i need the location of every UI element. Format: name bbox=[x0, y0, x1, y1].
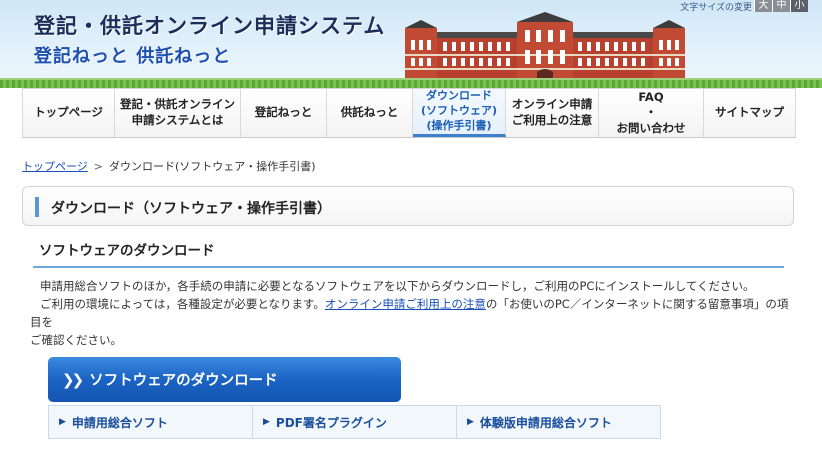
arrow-right-icon: ▶ bbox=[263, 417, 270, 427]
notice-line: ご利用の環境によっては，各種設定が必要となります。オンライン申請ご利用上の注意の… bbox=[30, 297, 789, 329]
page-title: ダウンロード（ソフトウェア・操作手引書） bbox=[51, 201, 331, 217]
page-title-box: ダウンロード（ソフトウェア・操作手引書） bbox=[22, 186, 794, 226]
nav-item-top[interactable]: トップページ bbox=[22, 89, 115, 137]
site-header: 登記・供託オンライン申請システム 登記ねっと 供託ねっと 文字サイズの変更 大 … bbox=[0, 0, 822, 88]
breadcrumb-home-link[interactable]: トップページ bbox=[22, 160, 88, 173]
nav-item-faq[interactable]: FAQ ・ お問い合わせ bbox=[599, 89, 704, 137]
site-title: 登記・供託オンライン申請システム bbox=[34, 14, 386, 38]
nav-item-notes[interactable]: オンライン申請 ご利用上の注意 bbox=[506, 89, 599, 137]
arrow-right-icon: ▶ bbox=[467, 417, 474, 427]
section-heading: ソフトウェアのダウンロード bbox=[33, 240, 784, 268]
nav-item-sitemap[interactable]: サイトマップ bbox=[704, 89, 796, 137]
usage-notes-link[interactable]: オンライン申請ご利用上の注意 bbox=[325, 297, 486, 311]
font-size-label: 文字サイズの変更 bbox=[680, 2, 752, 13]
nav-item-touki[interactable]: 登記ねっと bbox=[241, 89, 327, 137]
font-size-large-button[interactable]: 大 bbox=[754, 0, 772, 12]
intro-line: 申請用総合ソフトのほか，各手続の申請に必要となるソフトウェアを以下からダウンロー… bbox=[40, 279, 755, 293]
breadcrumb-separator: > bbox=[93, 160, 103, 173]
nav-item-download[interactable]: ダウンロード (ソフトウェア) (操作手引書) bbox=[413, 89, 506, 137]
section-body: 申請用総合ソフトのほか，各手続の申請に必要となるソフトウェアを以下からダウンロー… bbox=[30, 277, 790, 349]
notice-line-end: ご確認ください。 bbox=[30, 333, 122, 347]
download-link-pdf-plugin[interactable]: ▶ PDF署名プラグイン bbox=[253, 406, 457, 438]
double-chevron-icon: ❯❯ bbox=[62, 370, 84, 389]
software-download-title: ソフトウェアのダウンロード bbox=[89, 373, 278, 389]
nav-item-about[interactable]: 登記・供託オンライン 申請システムとは bbox=[115, 89, 241, 137]
breadcrumb: トップページ > ダウンロード(ソフトウェア・操作手引書) bbox=[22, 158, 316, 174]
font-size-controls: 大 中 小 bbox=[754, 0, 808, 12]
breadcrumb-current: ダウンロード(ソフトウェア・操作手引書) bbox=[109, 160, 316, 173]
grass-strip bbox=[0, 80, 822, 88]
font-size-medium-button[interactable]: 中 bbox=[772, 0, 790, 12]
download-link-trial-software[interactable]: ▶ 体験版申請用総合ソフト bbox=[457, 406, 660, 438]
font-size-small-button[interactable]: 小 bbox=[790, 0, 808, 12]
arrow-right-icon: ▶ bbox=[59, 417, 66, 427]
software-download-header: ❯❯ ソフトウェアのダウンロード bbox=[48, 357, 401, 402]
building-illustration bbox=[405, 12, 685, 80]
download-links: ▶ 申請用総合ソフト ▶ PDF署名プラグイン ▶ 体験版申請用総合ソフト bbox=[48, 405, 661, 439]
download-link-general-software[interactable]: ▶ 申請用総合ソフト bbox=[49, 406, 253, 438]
nav-item-kyotaku[interactable]: 供託ねっと bbox=[327, 89, 413, 137]
title-accent-bar bbox=[35, 197, 39, 217]
site-subtitle: 登記ねっと 供託ねっと bbox=[34, 46, 232, 67]
global-nav: トップページ 登記・供託オンライン 申請システムとは 登記ねっと 供託ねっと ダ… bbox=[22, 88, 796, 138]
